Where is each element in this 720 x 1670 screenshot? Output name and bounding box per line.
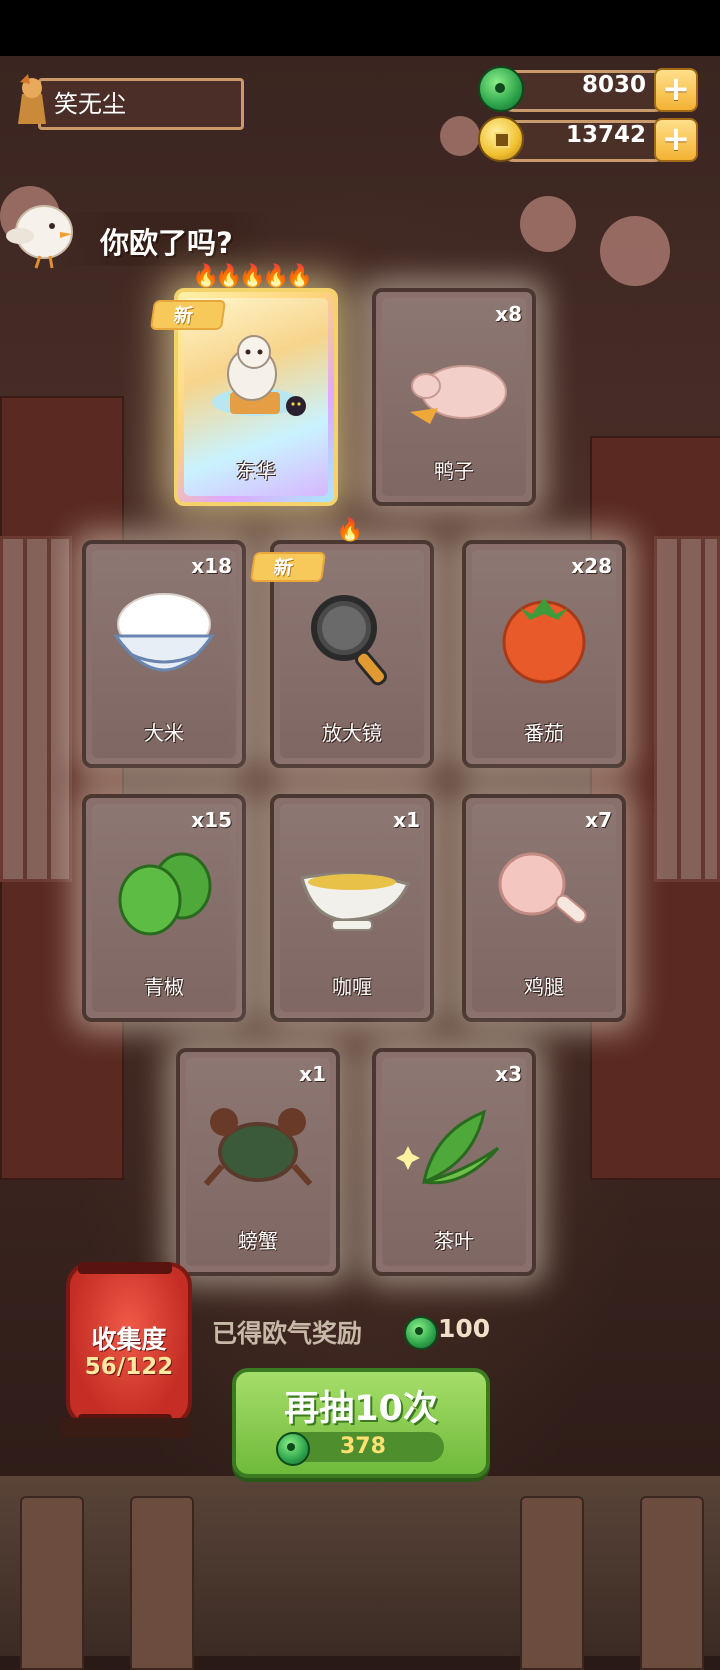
coin-currency: 13742 +	[478, 114, 698, 162]
collection-lantern[interactable]: 收集度 56/122	[66, 1262, 192, 1426]
card-label: 鸭子	[434, 459, 474, 483]
status-bar	[0, 0, 720, 56]
chick-mascot-icon	[6, 205, 73, 269]
card-label: 大米	[144, 721, 184, 745]
card-curry[interactable]: x1 咖喱	[270, 794, 434, 1022]
card-count: x7	[585, 808, 612, 832]
banner-text: 你欧了吗?	[100, 226, 233, 260]
blossom	[520, 196, 576, 252]
jade-icon	[478, 66, 524, 112]
card-count: x8	[495, 302, 522, 326]
card-crab[interactable]: x1 螃蟹	[176, 1048, 340, 1276]
card-count: x15	[191, 808, 232, 832]
card-tea[interactable]: x3 茶叶	[372, 1048, 536, 1276]
blossom	[600, 216, 670, 286]
player-name-plate[interactable]: 笑无尘	[14, 74, 244, 130]
magnifier-icon	[311, 595, 387, 686]
card-count: x1	[299, 1062, 326, 1086]
jade-amount: 8030	[581, 72, 646, 98]
card-label: 放大镜	[322, 721, 382, 745]
card-duck[interactable]: x8 鸭子	[372, 288, 536, 506]
tomato-icon	[502, 598, 586, 684]
card-count: x1	[393, 808, 420, 832]
card-label: 茶叶	[434, 1229, 474, 1253]
flame-icon: 🔥	[336, 518, 363, 543]
donghua-character-icon	[212, 335, 306, 416]
reward-value: 100	[438, 1314, 491, 1343]
duck-icon	[410, 365, 507, 424]
card-count: x3	[495, 1062, 522, 1086]
collection-progress: 56/122	[84, 1354, 174, 1380]
result-banner: 你欧了吗?	[60, 212, 270, 266]
card-label: 咖喱	[332, 975, 372, 999]
card-label: 东华	[236, 459, 276, 483]
draw-again-button[interactable]: 再抽10次 378	[232, 1368, 490, 1478]
jade-currency: 8030 +	[478, 64, 698, 112]
player-name: 笑无尘	[54, 90, 126, 118]
lantern-cap	[78, 1262, 172, 1274]
card-label: 螃蟹	[238, 1229, 278, 1253]
green-pepper-icon	[118, 852, 212, 936]
card-label: 番茄	[524, 721, 564, 745]
floor	[0, 1476, 720, 1656]
rice-bowl-icon	[113, 593, 215, 672]
flame-icon: 🔥🔥🔥🔥🔥	[192, 264, 313, 289]
draw-cost: 378	[340, 1434, 386, 1459]
coin-amount: 13742	[565, 122, 646, 148]
add-jade-button[interactable]: +	[654, 68, 698, 112]
card-count: x18	[191, 554, 232, 578]
draw-button-label: 再抽10次	[284, 1389, 438, 1429]
player-avatar-icon	[18, 74, 46, 124]
collection-label: 收集度	[91, 1325, 167, 1354]
drumstick-icon	[498, 852, 587, 924]
new-badge: 新	[149, 300, 227, 330]
card-rice[interactable]: x18 大米	[82, 540, 246, 768]
coin-icon	[478, 116, 524, 162]
fence-post	[20, 1496, 84, 1670]
add-coin-button[interactable]: +	[654, 118, 698, 162]
card-tomato[interactable]: x28 番茄	[462, 540, 626, 768]
jade-icon	[404, 1316, 438, 1350]
fence-post	[640, 1496, 704, 1670]
right-window	[654, 536, 720, 882]
crab-icon	[203, 1108, 313, 1186]
card-label: 鸡腿	[524, 975, 564, 999]
fence-post	[130, 1496, 194, 1670]
tea-leaf-icon	[396, 1109, 500, 1185]
card-drumstick[interactable]: x7 鸡腿	[462, 794, 626, 1022]
jade-icon	[276, 1432, 310, 1466]
left-window	[0, 536, 72, 882]
blossom	[440, 116, 480, 156]
lantern-stand	[60, 1418, 190, 1438]
card-label: 青椒	[144, 975, 184, 999]
reward-label: 已得欧气奖励	[212, 1319, 363, 1348]
card-count: x28	[571, 554, 612, 578]
fence-post	[520, 1496, 584, 1670]
curry-gravy-boat-icon	[300, 872, 411, 931]
new-badge: 新	[249, 552, 327, 582]
card-pepper[interactable]: x15 青椒	[82, 794, 246, 1022]
